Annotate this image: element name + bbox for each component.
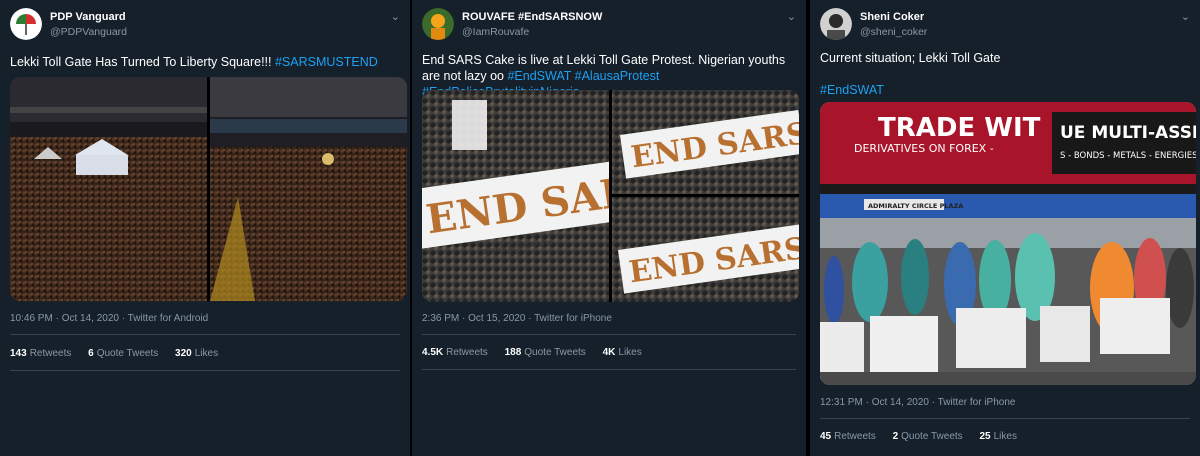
tweet-stats: 4.5K Retweets 188 Quote Tweets 4K Likes [422, 347, 656, 358]
svg-text:S - BONDS - METALS - ENERGIES: S - BONDS - METALS - ENERGIES - S [1060, 151, 1196, 161]
tweet-media[interactable]: TRADE WIT DERIVATIVES ON FOREX - UE MULT… [820, 102, 1196, 385]
retweet-count[interactable]: 4.5K Retweets [422, 347, 488, 358]
tweet-card-pdp-vanguard[interactable]: PDP Vanguard @PDPVanguard ⌄ Lekki Toll G… [0, 0, 410, 456]
retweet-count[interactable]: 45 Retweets [820, 431, 876, 442]
tweet-timestamp[interactable]: 10:46 PM · Oct 14, 2020 · Twitter for An… [10, 313, 208, 324]
divider [10, 370, 400, 371]
tweet-card-sheni-coker[interactable]: Sheni Coker @sheni_coker ⌄ Current situa… [808, 0, 1200, 456]
tweet-text: Current situation; Lekki Toll Gate [820, 51, 1001, 65]
divider [422, 334, 796, 335]
avatar[interactable] [10, 8, 42, 40]
plaza-sign: ADMIRALTY CIRCLE PLAZA [868, 202, 963, 210]
quote-count[interactable]: 6 Quote Tweets [88, 348, 158, 359]
svg-text:DERIVATIVES ON FOREX -: DERIVATIVES ON FOREX - [854, 142, 994, 155]
tweet-timestamp[interactable]: 2:36 PM · Oct 15, 2020 · Twitter for iPh… [422, 313, 612, 324]
avatar[interactable] [820, 8, 852, 40]
svg-text:UE MULTI-ASSET B: UE MULTI-ASSET B [1060, 123, 1196, 143]
tweet-header: ROUVAFE #EndSARSNOW @IamRouvafe ⌄ [422, 8, 796, 44]
display-name[interactable]: PDP Vanguard [50, 11, 126, 23]
display-name[interactable]: Sheni Coker [860, 11, 924, 23]
display-name[interactable]: ROUVAFE #EndSARSNOW [462, 11, 602, 23]
like-count[interactable]: 4K Likes [603, 347, 642, 358]
chevron-down-icon[interactable]: ⌄ [1181, 10, 1190, 23]
chevron-down-icon[interactable]: ⌄ [391, 10, 400, 23]
tweet-stats: 45 Retweets 2 Quote Tweets 25 Likes [820, 431, 1031, 442]
crowd-photos [10, 77, 407, 301]
tweet-card-rouvafe[interactable]: ROUVAFE #EndSARSNOW @IamRouvafe ⌄ End SA… [410, 0, 806, 456]
tweet-header: Sheni Coker @sheni_coker ⌄ [820, 8, 1190, 44]
tweet-text: Lekki Toll Gate Has Turned To Liberty Sq… [10, 55, 378, 69]
toll-gate-photo: TRADE WIT DERIVATIVES ON FOREX - UE MULT… [820, 102, 1196, 385]
billboard-text: TRADE WIT [878, 113, 1041, 143]
quote-count[interactable]: 188 Quote Tweets [505, 347, 586, 358]
hashtag-link[interactable]: #EndSWAT [820, 82, 1192, 98]
tweet-timestamp[interactable]: 12:31 PM · Oct 14, 2020 · Twitter for iP… [820, 397, 1015, 408]
retweet-count[interactable]: 143 Retweets [10, 348, 71, 359]
tweet-media[interactable]: END SARS END POLICE BRUTALITY END SARS E… [422, 90, 799, 302]
divider [422, 369, 796, 370]
like-count[interactable]: 320 Likes [175, 348, 218, 359]
tweet-header: PDP Vanguard @PDPVanguard ⌄ [10, 8, 400, 44]
avatar[interactable] [422, 8, 454, 40]
tweet-stats: 143 Retweets 6 Quote Tweets 320 Likes [10, 348, 232, 359]
user-handle[interactable]: @IamRouvafe [462, 26, 529, 38]
user-handle[interactable]: @PDPVanguard [50, 26, 127, 38]
chevron-down-icon[interactable]: ⌄ [787, 10, 796, 23]
user-handle[interactable]: @sheni_coker [860, 26, 927, 38]
cake-photos: END SARS END POLICE BRUTALITY END SARS E… [422, 90, 799, 302]
hashtag-link[interactable]: #SARSMUSTEND [275, 55, 378, 69]
quote-count[interactable]: 2 Quote Tweets [893, 431, 963, 442]
divider [10, 334, 400, 335]
divider [820, 418, 1190, 419]
tweet-media[interactable] [10, 77, 407, 301]
like-count[interactable]: 25 Likes [979, 431, 1016, 442]
